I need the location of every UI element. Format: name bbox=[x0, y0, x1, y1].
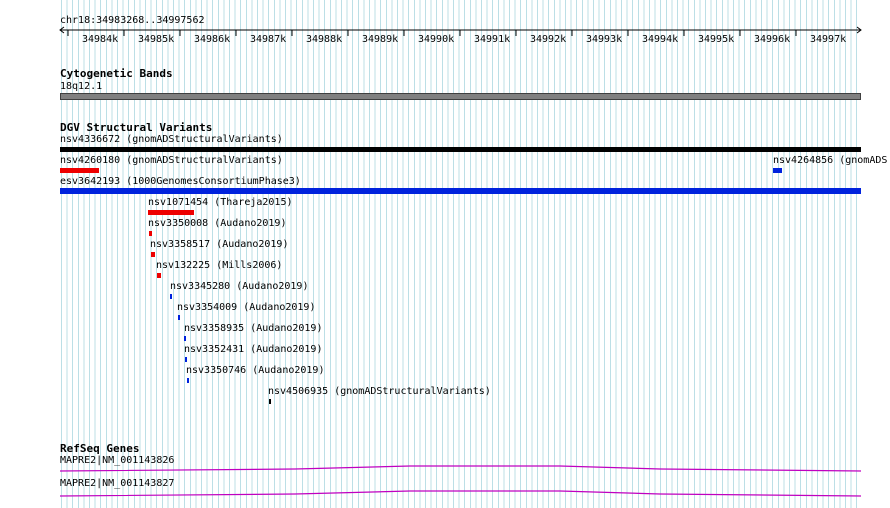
cytoband-label: 18q12.1 bbox=[60, 81, 103, 92]
variant-bar[interactable] bbox=[184, 336, 186, 341]
ruler-tick-label: 34993k bbox=[586, 34, 623, 45]
variant-bar[interactable] bbox=[60, 168, 99, 173]
track-title-cytoband: Cytogenetic Bands bbox=[60, 67, 173, 80]
variant-label[interactable]: nsv1071454 (Thareja2015) bbox=[148, 197, 293, 209]
ruler-tick-label: 34992k bbox=[530, 34, 567, 45]
variant-label[interactable]: nsv3350746 (Audano2019) bbox=[186, 365, 324, 377]
ruler-tick-label: 34994k bbox=[642, 34, 679, 45]
variant-bar[interactable] bbox=[60, 188, 861, 194]
variant-label[interactable]: nsv4506935 (gnomADStructuralVariants) bbox=[268, 386, 491, 398]
ruler-tick-label: 34989k bbox=[362, 34, 399, 45]
ruler-tick-label: 34991k bbox=[474, 34, 511, 45]
transcript-model[interactable] bbox=[60, 487, 861, 497]
cytoband-bar[interactable] bbox=[60, 93, 861, 100]
ruler-tick-label: 34986k bbox=[194, 34, 231, 45]
variant-label[interactable]: nsv132225 (Mills2006) bbox=[156, 260, 282, 272]
variant-label[interactable]: nsv3358935 (Audano2019) bbox=[184, 323, 322, 335]
variant-bar[interactable] bbox=[269, 399, 271, 404]
variant-bar[interactable] bbox=[149, 231, 152, 236]
ruler-tick-label: 34985k bbox=[138, 34, 175, 45]
ruler-tick-label: 34995k bbox=[698, 34, 735, 45]
track-title-refseq: RefSeq Genes bbox=[60, 442, 140, 455]
variant-bar[interactable] bbox=[170, 294, 172, 299]
variant-label[interactable]: nsv3345280 (Audano2019) bbox=[170, 281, 308, 293]
ruler-tick-label: 34987k bbox=[250, 34, 287, 45]
variant-label[interactable]: nsv3352431 (Audano2019) bbox=[184, 344, 322, 356]
variant-bar[interactable] bbox=[178, 315, 180, 320]
genome-browser-panel: chr18:34983268..34997562 34984k 34985k 349… bbox=[0, 0, 890, 508]
ruler-tick-label: 34984k bbox=[82, 34, 119, 45]
track-title-dgv: DGV Structural Variants bbox=[60, 121, 213, 134]
variant-bar[interactable] bbox=[148, 210, 194, 215]
variant-bar[interactable] bbox=[157, 273, 161, 278]
variant-bar[interactable] bbox=[187, 378, 189, 383]
variant-label[interactable]: nsv3354009 (Audano2019) bbox=[177, 302, 315, 314]
variant-label[interactable]: nsv3358517 (Audano2019) bbox=[150, 239, 288, 251]
ruler-tick-label: 34990k bbox=[418, 34, 455, 45]
ruler-tick-label: 34996k bbox=[754, 34, 791, 45]
ruler-tick-label: 34988k bbox=[306, 34, 343, 45]
variant-label[interactable]: nsv4264856 (gnomADS bbox=[773, 155, 890, 167]
variant-bar[interactable] bbox=[60, 147, 861, 152]
variant-bar[interactable] bbox=[773, 168, 782, 173]
variant-bar[interactable] bbox=[151, 252, 155, 257]
variant-label[interactable]: nsv4336672 (gnomADStructuralVariants) bbox=[60, 134, 283, 146]
variant-bar[interactable] bbox=[185, 357, 187, 362]
variant-label[interactable]: nsv4260180 (gnomADStructuralVariants) bbox=[60, 155, 283, 167]
variant-label[interactable]: esv3642193 (1000GenomesConsortiumPhase3) bbox=[60, 176, 301, 188]
ruler-tick-label: 34997k bbox=[810, 34, 847, 45]
variant-label[interactable]: nsv3350008 (Audano2019) bbox=[148, 218, 286, 230]
transcript-model[interactable] bbox=[60, 464, 861, 474]
